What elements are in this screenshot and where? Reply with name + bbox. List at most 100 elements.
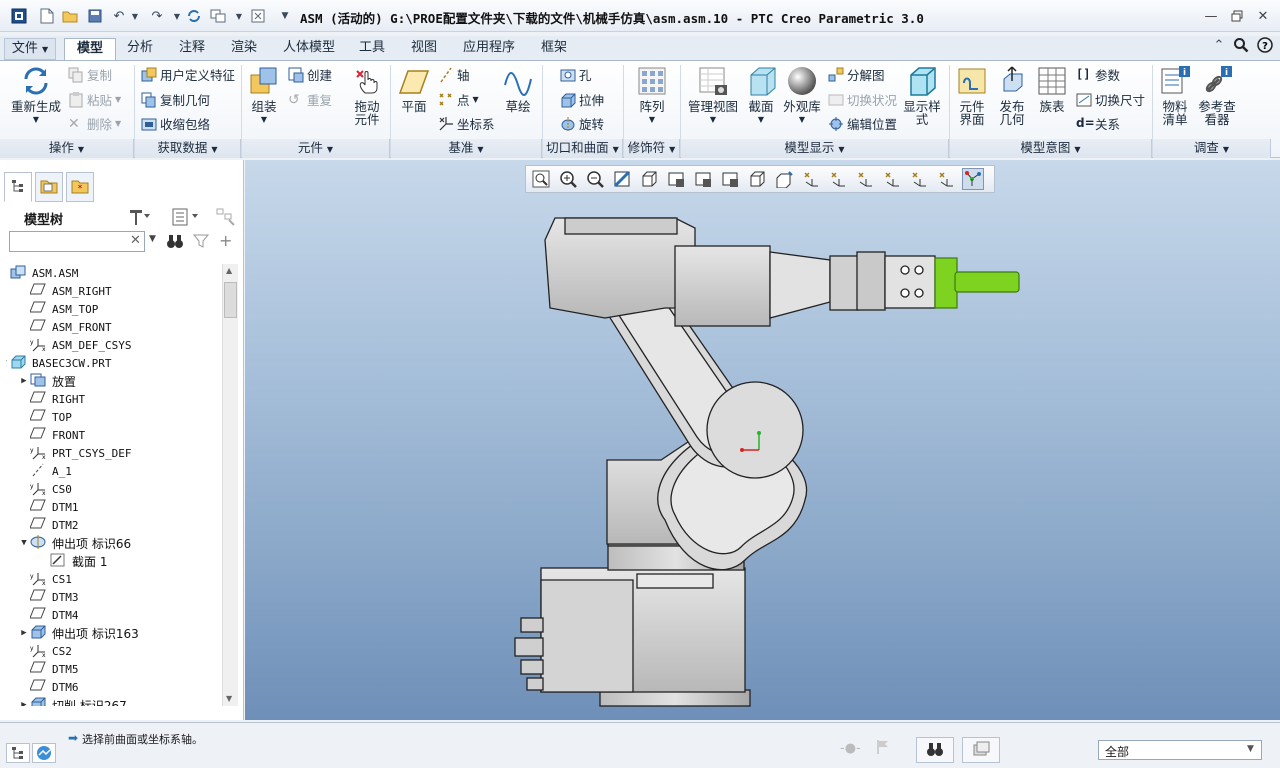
- sketch-button[interactable]: 草绘: [500, 65, 536, 113]
- tab-tools[interactable]: 工具: [352, 38, 392, 60]
- toggle-browser-icon[interactable]: [32, 743, 56, 763]
- plane-button[interactable]: 平面: [394, 65, 434, 113]
- tree-node[interactable]: DTM1: [29, 498, 79, 516]
- extrude-button[interactable]: 拉伸: [560, 90, 604, 109]
- group-modifiers[interactable]: 修饰符 ▼: [624, 139, 680, 158]
- minimize-icon[interactable]: —: [1200, 6, 1222, 26]
- selected-items-button[interactable]: [962, 737, 1000, 763]
- selection-dots-icon[interactable]: -●-: [840, 741, 861, 756]
- point-button[interactable]: 点 ▼: [438, 90, 479, 109]
- tree-node[interactable]: y x ASM_DEF_CSYS: [30, 336, 131, 354]
- display-style-button[interactable]: 显示样 式: [902, 65, 942, 126]
- minimize-ribbon-icon[interactable]: ⌃: [1210, 36, 1228, 54]
- filter-icon[interactable]: [192, 233, 210, 252]
- windows-dropdown-icon[interactable]: ▼: [230, 7, 248, 25]
- expand-icon[interactable]: ▶: [18, 700, 30, 706]
- edit-position-button[interactable]: 编辑位置: [828, 114, 897, 133]
- tree-node[interactable]: ▶ 放置: [21, 372, 76, 390]
- group-model-display[interactable]: 模型显示 ▼: [681, 139, 949, 158]
- group-investigate[interactable]: 调查 ▼: [1153, 139, 1271, 158]
- copy-button[interactable]: 复制: [68, 65, 112, 84]
- model-tree-tab[interactable]: [4, 172, 32, 202]
- udf-button[interactable]: 用户定义特征: [141, 65, 235, 84]
- collapse-icon[interactable]: ▼: [18, 538, 30, 548]
- tree-node[interactable]: A_1: [32, 462, 72, 480]
- search-dropdown-icon[interactable]: ▼: [149, 234, 156, 244]
- tree-settings-icon[interactable]: [128, 208, 158, 229]
- folder-browser-tab[interactable]: [35, 172, 63, 202]
- group-datum[interactable]: 基准 ▼: [391, 139, 542, 158]
- tree-node[interactable]: ASM_RIGHT: [29, 282, 112, 300]
- expand-icon[interactable]: ▶: [18, 376, 30, 386]
- tree-node[interactable]: ▼ 伸出项 标识66: [21, 534, 131, 552]
- parameters-button[interactable]: [] 参数: [1076, 65, 1120, 84]
- paste-button[interactable]: 粘贴 ▼: [68, 90, 121, 109]
- file-menu[interactable]: 文件 ▼: [4, 38, 56, 60]
- redo-dropdown-icon[interactable]: ▼: [168, 7, 186, 25]
- reference-viewer-button[interactable]: i 参考查 看器: [1196, 65, 1238, 126]
- tree-node[interactable]: ▼BASEC3CW.PRT: [6, 354, 111, 372]
- create-component-button[interactable]: 创建: [288, 65, 332, 84]
- help-icon[interactable]: ?: [1256, 36, 1274, 54]
- tab-framework[interactable]: 框架: [532, 38, 576, 60]
- group-cuts-surfaces[interactable]: 切口和曲面 ▼: [543, 139, 623, 158]
- revolve-button[interactable]: 旋转: [560, 114, 604, 133]
- tree-node[interactable]: y x CS0: [30, 480, 72, 498]
- copy-geometry-button[interactable]: 复制几何: [141, 90, 210, 109]
- tree-node[interactable]: ASM_FRONT: [29, 318, 112, 336]
- tree-node[interactable]: DTM2: [29, 516, 79, 534]
- shrinkwrap-button[interactable]: 收缩包络: [141, 114, 210, 133]
- tree-node[interactable]: DTM6: [29, 678, 79, 696]
- scrollbar-thumb[interactable]: [224, 282, 237, 318]
- tree-node[interactable]: ▶ 切削 标识267: [21, 696, 127, 706]
- assemble-button[interactable]: 组装 ▼: [245, 65, 283, 126]
- tab-analysis[interactable]: 分析: [118, 38, 162, 60]
- find-button[interactable]: [916, 737, 954, 763]
- section-button[interactable]: 截面 ▼: [744, 65, 778, 126]
- tree-node[interactable]: ASM.ASM: [10, 264, 78, 282]
- tab-manikin[interactable]: 人体模型: [274, 38, 344, 60]
- group-get-data[interactable]: 获取数据 ▼: [135, 139, 241, 158]
- tree-search-input[interactable]: ✕: [9, 231, 145, 252]
- robot-arm-model[interactable]: [245, 160, 1280, 720]
- manage-views-button[interactable]: 管理视图 ▼: [686, 65, 740, 126]
- regenerate-button[interactable]: 重新生成 ▼: [6, 65, 66, 126]
- restore-icon[interactable]: [1226, 6, 1248, 26]
- tree-node[interactable]: DTM4: [29, 606, 79, 624]
- publish-geometry-button[interactable]: 发布 几何: [994, 65, 1030, 126]
- save-icon[interactable]: [86, 7, 104, 25]
- find-binoculars-icon[interactable]: [166, 233, 184, 252]
- pattern-button[interactable]: 阵列 ▼: [632, 65, 672, 126]
- delete-button[interactable]: ✕ 删除 ▼: [68, 114, 121, 133]
- favorites-tab[interactable]: *: [66, 172, 94, 202]
- tab-applications[interactable]: 应用程序: [454, 38, 524, 60]
- flag-icon[interactable]: [876, 739, 890, 758]
- regenerate-small-icon[interactable]: [185, 7, 203, 25]
- close-icon[interactable]: ✕: [1252, 6, 1274, 26]
- tree-scrollbar[interactable]: ▲ ▼: [222, 264, 238, 706]
- tree-node[interactable]: TOP: [29, 408, 72, 426]
- selection-filter-select[interactable]: 全部 ▼: [1098, 740, 1262, 760]
- close-window-icon[interactable]: [249, 7, 267, 25]
- axis-button[interactable]: 轴: [438, 65, 470, 84]
- add-column-icon[interactable]: +: [219, 231, 232, 250]
- clear-search-icon[interactable]: ✕: [130, 233, 141, 248]
- exploded-view-button[interactable]: 分解图: [828, 65, 885, 84]
- tree-node[interactable]: DTM3: [29, 588, 79, 606]
- tree-node[interactable]: FRONT: [29, 426, 85, 444]
- tree-node[interactable]: y x CS1: [30, 570, 72, 588]
- tree-node[interactable]: DTM5: [29, 660, 79, 678]
- new-file-icon[interactable]: [38, 7, 56, 25]
- tree-filter-settings-icon[interactable]: [216, 208, 236, 229]
- search-icon[interactable]: [1232, 36, 1250, 54]
- windows-icon[interactable]: [209, 7, 227, 25]
- graphics-window[interactable]: [245, 160, 1280, 720]
- scroll-down-icon[interactable]: ▼: [226, 694, 232, 703]
- toggle-status-button[interactable]: 切换状况: [828, 90, 897, 109]
- tree-show-icon[interactable]: [172, 208, 204, 229]
- hole-button[interactable]: 孔: [560, 65, 592, 84]
- relations-button[interactable]: d= 关系: [1076, 114, 1120, 133]
- scroll-up-icon[interactable]: ▲: [226, 266, 232, 275]
- toggle-navigator-icon[interactable]: [6, 743, 30, 763]
- repeat-button[interactable]: ↺ 重复: [288, 90, 332, 109]
